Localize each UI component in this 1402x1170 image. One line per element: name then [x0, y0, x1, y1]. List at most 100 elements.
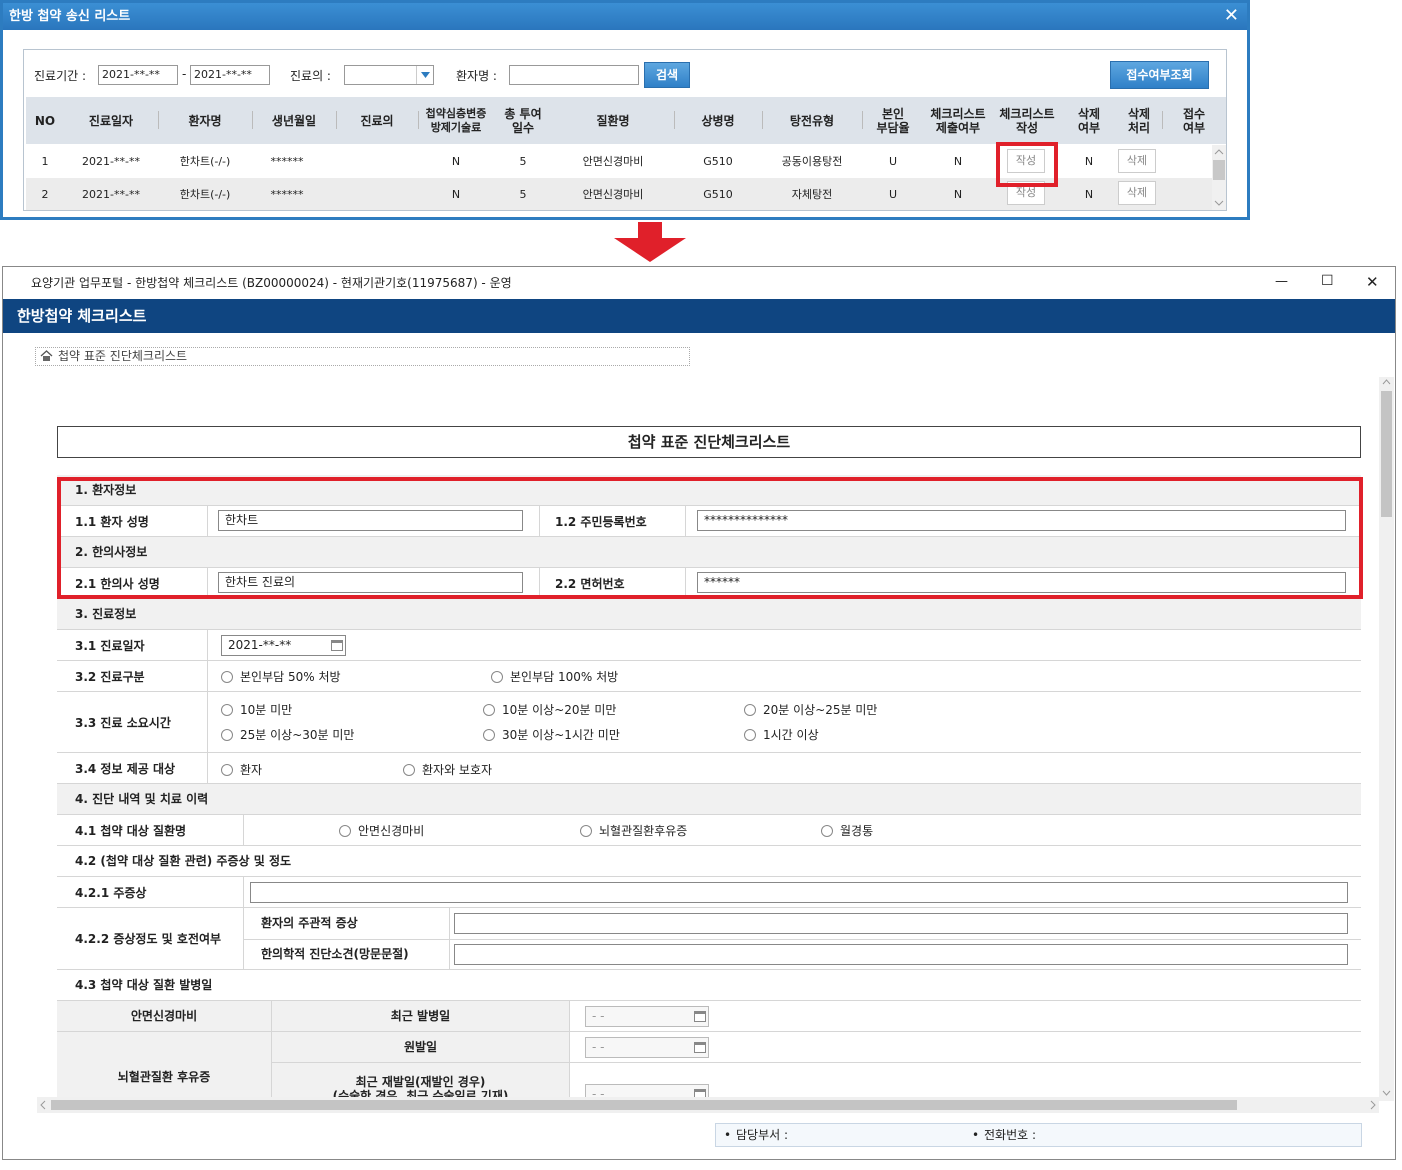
- cell-fee: N: [451, 155, 461, 168]
- symptom-degree-label: 4.2.2 증상정도 및 호전여부: [75, 932, 222, 946]
- primary-date-cell: - -: [569, 1032, 1361, 1063]
- info-section-highlight: [57, 477, 1363, 599]
- radio-button[interactable]: [744, 729, 756, 741]
- grid-scrollbar[interactable]: [1212, 145, 1226, 210]
- date-from-input[interactable]: 2021-**-**: [98, 65, 178, 85]
- treatment-time-label: 3.3 진료 소요시간: [75, 716, 171, 730]
- patient-label: 환자명 :: [456, 69, 497, 83]
- row-symptom-degree: 4.2.2 증상정도 및 호전여부 환자의 주관적 증상 한의학적 진단소견(망…: [57, 908, 1361, 970]
- row-treatment-date: 3.1 진료일자 2021-**-**: [57, 630, 1361, 661]
- col-disease: 질환명: [596, 113, 630, 128]
- cell-doctor: [336, 178, 418, 211]
- cell-no: 2: [41, 188, 49, 201]
- cell-disease: 안면신경마비: [582, 188, 644, 201]
- dialog-title: 한방 첩약 송신 리스트: [3, 3, 1247, 30]
- radio-button[interactable]: [491, 671, 503, 683]
- checklist-window: 요양기관 업무포털 - 한방첩약 체크리스트 (BZ00000024) - 현재…: [2, 266, 1396, 1160]
- col-days: 총 투여 일수: [504, 106, 542, 135]
- col-patient: 환자명: [188, 113, 222, 128]
- radio-button[interactable]: [483, 704, 495, 716]
- col-write: 체크리스트 작성: [999, 106, 1055, 135]
- oriental-diagnosis-label: 한의학적 진단소견(망문문절): [261, 947, 409, 961]
- time-option: 10분 이상~20분 미만: [502, 703, 617, 717]
- radio-button[interactable]: [403, 764, 415, 776]
- radio-button[interactable]: [821, 825, 833, 837]
- search-button[interactable]: 검색: [644, 62, 690, 88]
- row-disease-name: 4.1 첩약 대상 질환명 안면신경마비 뇌혈관질환후유증 월경통: [57, 815, 1361, 846]
- receipt-check-button[interactable]: 접수여부조회: [1110, 61, 1209, 89]
- cell-code: G510: [703, 155, 733, 168]
- radio-button[interactable]: [580, 825, 592, 837]
- horizontal-scrollbar[interactable]: [37, 1097, 1379, 1113]
- disease-option: 안면신경마비: [358, 824, 425, 838]
- time-option: 25분 이상~30분 미만: [240, 728, 355, 742]
- col-submitted: 체크리스트 제출여부: [930, 106, 986, 135]
- date-to-input[interactable]: 2021-**-**: [190, 65, 270, 85]
- radio-button[interactable]: [483, 729, 495, 741]
- radio-button[interactable]: [221, 671, 233, 683]
- dept-label: 담당부서 :: [736, 1128, 789, 1142]
- onset-disease-2: 뇌혈관질환 후유증: [57, 1032, 271, 1097]
- recurrence-date-field[interactable]: - -: [585, 1084, 709, 1097]
- row-onset-header: 4.3 첩약 대상 질환 발병일: [57, 970, 1361, 1001]
- arrow-down-icon: [614, 222, 686, 262]
- cell-submitted: N: [953, 155, 963, 168]
- cell-decoction: 공동이용탕전: [781, 155, 843, 168]
- row-treatment-type: 3.2 진료구분 본인부담 50% 처방 본인부담 100% 처방: [57, 661, 1361, 692]
- calendar-icon[interactable]: [694, 1011, 706, 1022]
- radio-button[interactable]: [744, 704, 756, 716]
- col-ratio: 본인 부담율: [876, 106, 910, 135]
- col-doctor: 진료의: [360, 113, 394, 128]
- section-diagnosis: 4. 진단 내역 및 치료 이력: [57, 784, 1361, 815]
- subjective-symptom-label: 환자의 주관적 증상: [261, 916, 358, 930]
- bullet-icon: •: [724, 1128, 732, 1142]
- radio-button[interactable]: [339, 825, 351, 837]
- close-icon[interactable]: ✕: [1224, 7, 1239, 25]
- patient-input[interactable]: [509, 65, 639, 85]
- delete-button[interactable]: 삭제: [1118, 149, 1156, 173]
- form-viewport: 첩약 표준 진단체크리스트 1. 환자정보 1.1 환자 성명 한차트 1.2 …: [3, 267, 1395, 1097]
- calendar-icon[interactable]: [694, 1089, 706, 1097]
- oriental-diagnosis-field[interactable]: [454, 944, 1348, 965]
- delete-button[interactable]: 삭제: [1118, 181, 1156, 205]
- row-symptom-header: 4.2 (첩약 대상 질환 관련) 주증상 및 정도: [57, 846, 1361, 877]
- phone-label: 전화번호 :: [984, 1128, 1037, 1142]
- primary-date-field[interactable]: - -: [585, 1037, 709, 1058]
- bullet-icon: •: [972, 1128, 980, 1142]
- col-delete: 삭제 처리: [1127, 106, 1151, 135]
- disease-option: 뇌혈관질환후유증: [599, 824, 688, 838]
- time-option: 10분 미만: [240, 703, 293, 717]
- primary-onset-label: 원발일: [271, 1032, 569, 1063]
- cell-date: 2021-**-**: [82, 155, 140, 168]
- doctor-label: 진료의 :: [290, 69, 331, 83]
- target-option: 환자와 보호자: [422, 763, 493, 777]
- onset-date-field[interactable]: - -: [585, 1006, 709, 1027]
- row-treatment-time: 3.3 진료 소요시간 10분 미만 10분 이상~20분 미만 20분 이상~…: [57, 692, 1361, 753]
- radio-button[interactable]: [221, 704, 233, 716]
- cell-ratio: U: [888, 155, 898, 168]
- col-no: NO: [34, 113, 56, 128]
- cell-code: G510: [703, 188, 733, 201]
- treatment-type-label: 3.2 진료구분: [75, 670, 145, 684]
- cell-birth: ******: [270, 155, 304, 168]
- radio-button[interactable]: [221, 729, 233, 741]
- main-symptom-field[interactable]: [250, 882, 1348, 903]
- calendar-icon[interactable]: [331, 640, 343, 651]
- treatment-date-field[interactable]: 2021-**-**: [221, 635, 346, 656]
- doc-title: 첩약 표준 진단체크리스트: [57, 426, 1361, 458]
- treatment-date-label: 3.1 진료일자: [75, 639, 145, 653]
- cell-received: [1162, 178, 1212, 211]
- scroll-arrows-icon: [1213, 149, 1225, 206]
- calendar-icon[interactable]: [694, 1042, 706, 1053]
- radio-button[interactable]: [221, 764, 233, 776]
- date-dash: -: [182, 67, 187, 81]
- cell-disease: 안면신경마비: [582, 155, 644, 168]
- info-target-label: 3.4 정보 제공 대상: [75, 762, 176, 776]
- subjective-symptom-field[interactable]: [454, 913, 1348, 934]
- send-list-dialog: 한방 첩약 송신 리스트 ✕ 진료기간 : 2021-**-** - 2021-…: [0, 0, 1250, 220]
- cell-birth: ******: [270, 188, 304, 201]
- option-100: 본인부담 100% 처방: [510, 670, 619, 684]
- write-column-highlight: [996, 142, 1058, 187]
- grid-header: NO 진료일자 환자명 생년월일 진료의 첩약심층변증 방제기술료 총 투여 일…: [26, 97, 1226, 144]
- chevron-down-icon[interactable]: [416, 66, 433, 84]
